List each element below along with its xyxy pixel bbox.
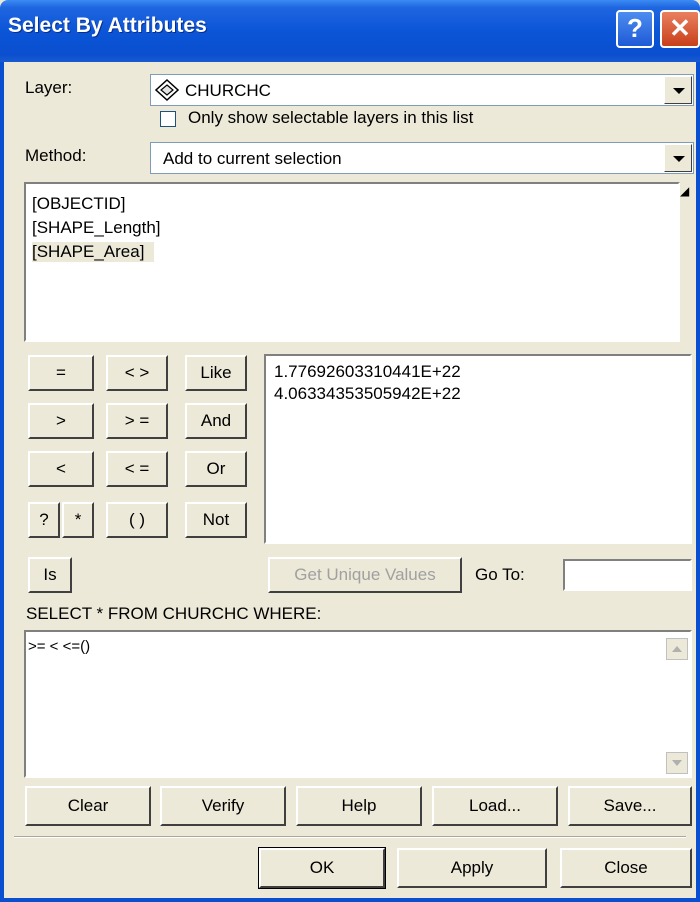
- fields-list[interactable]: [OBJECTID] [SHAPE_Length] [SHAPE_Area]: [24, 182, 680, 342]
- not-button[interactable]: Not: [185, 502, 247, 538]
- close-button[interactable]: Close: [560, 848, 692, 888]
- wildcard-char-button[interactable]: ?: [28, 502, 60, 538]
- unique-value-item[interactable]: 1.77692603310441E+22: [274, 362, 461, 382]
- scroll-up-icon[interactable]: [666, 638, 688, 660]
- less-equal-button[interactable]: < =: [106, 451, 168, 487]
- greater-than-button[interactable]: >: [28, 403, 94, 439]
- resize-grip-icon[interactable]: ◢: [680, 184, 689, 198]
- parentheses-button[interactable]: ( ): [106, 502, 168, 538]
- ok-button[interactable]: OK: [258, 847, 386, 889]
- goto-input[interactable]: [563, 559, 692, 591]
- scroll-down-icon[interactable]: [666, 752, 688, 774]
- window-frame-bottom: [0, 898, 700, 902]
- field-item[interactable]: [OBJECTID]: [32, 194, 126, 214]
- and-button[interactable]: And: [185, 403, 247, 439]
- selectable-only-label: Only show selectable layers in this list: [188, 108, 474, 127]
- clear-button[interactable]: Clear: [25, 786, 151, 826]
- close-titlebar-button[interactable]: ✕: [660, 10, 700, 48]
- apply-button[interactable]: Apply: [397, 848, 547, 888]
- load-button[interactable]: Load...: [432, 786, 558, 826]
- help-titlebar-button[interactable]: ?: [616, 10, 654, 48]
- method-label: Method:: [25, 146, 87, 165]
- method-combo[interactable]: Add to current selection: [150, 142, 694, 174]
- not-equal-button[interactable]: < >: [106, 355, 168, 391]
- unique-value-item[interactable]: 4.06334353505942E+22: [274, 384, 461, 404]
- layer-value: CHURCHC: [185, 81, 271, 100]
- sql-expression-box[interactable]: >= < <=(): [24, 630, 692, 778]
- layer-label: Layer:: [25, 78, 73, 97]
- layer-dropdown-arrow-icon[interactable]: [664, 76, 692, 104]
- unique-values-list[interactable]: 1.77692603310441E+22 4.06334353505942E+2…: [264, 354, 692, 544]
- selectable-only-checkbox[interactable]: [160, 111, 176, 127]
- wildcard-string-button[interactable]: *: [62, 502, 94, 538]
- field-item-selected[interactable]: [SHAPE_Area]: [32, 242, 155, 262]
- less-than-button[interactable]: <: [28, 451, 94, 487]
- layer-combo[interactable]: CHURCHC: [150, 74, 694, 106]
- method-value: Add to current selection: [163, 149, 342, 168]
- equals-button[interactable]: =: [28, 355, 94, 391]
- window-frame-right: [696, 62, 700, 902]
- window-title: Select By Attributes: [8, 14, 207, 37]
- verify-button[interactable]: Verify: [160, 786, 286, 826]
- goto-label: Go To:: [475, 565, 525, 584]
- method-dropdown-arrow-icon[interactable]: [664, 144, 692, 172]
- or-button[interactable]: Or: [185, 451, 247, 487]
- window-frame-left: [0, 62, 4, 902]
- save-button[interactable]: Save...: [568, 786, 692, 826]
- greater-equal-button[interactable]: > =: [106, 403, 168, 439]
- help-button[interactable]: Help: [296, 786, 422, 826]
- is-button[interactable]: Is: [28, 557, 72, 593]
- sql-expression-text[interactable]: >= < <=(): [28, 638, 90, 655]
- field-item[interactable]: [SHAPE_Length]: [32, 218, 161, 238]
- get-unique-values-button[interactable]: Get Unique Values: [268, 557, 462, 593]
- sql-prefix-label: SELECT * FROM CHURCHC WHERE:: [26, 604, 322, 623]
- like-button[interactable]: Like: [185, 355, 247, 391]
- footer-separator: [14, 836, 686, 838]
- layer-diamond-icon: [154, 78, 180, 106]
